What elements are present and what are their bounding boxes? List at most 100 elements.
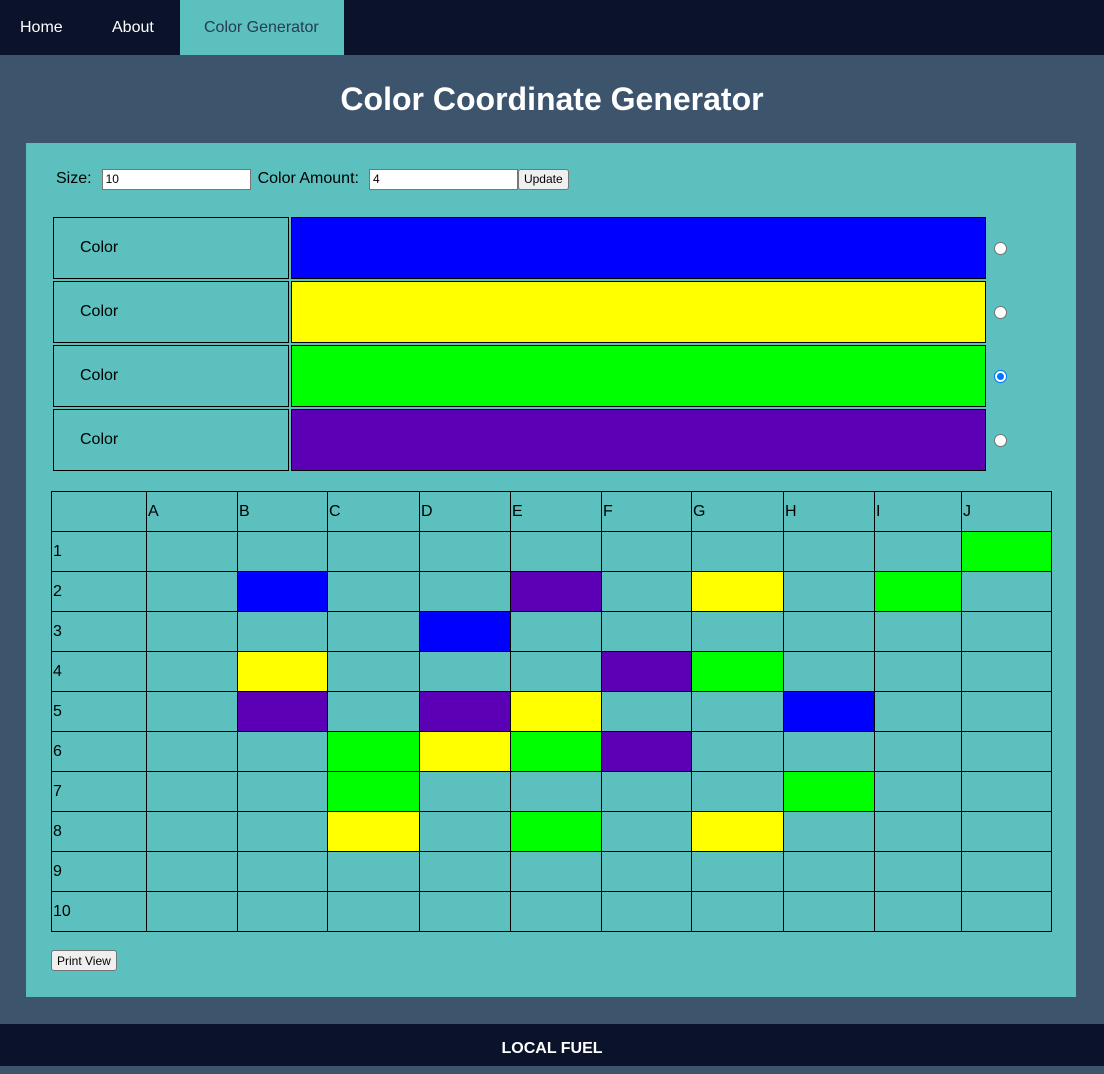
grid-cell[interactable] bbox=[961, 811, 1052, 852]
grid-cell[interactable] bbox=[327, 531, 420, 572]
grid-cell[interactable] bbox=[237, 571, 328, 612]
grid-cell[interactable] bbox=[874, 571, 962, 612]
grid-cell[interactable] bbox=[510, 771, 602, 812]
nav-color-generator-link[interactable]: Color Generator bbox=[180, 0, 344, 55]
grid-cell[interactable] bbox=[146, 531, 238, 572]
grid-cell[interactable] bbox=[237, 651, 328, 692]
grid-cell[interactable] bbox=[327, 651, 420, 692]
color-select-radio[interactable] bbox=[994, 434, 1007, 447]
grid-cell[interactable] bbox=[419, 651, 511, 692]
grid-cell[interactable] bbox=[783, 891, 875, 932]
grid-cell[interactable] bbox=[601, 611, 692, 652]
nav-about-link[interactable]: About bbox=[92, 0, 180, 55]
grid-cell[interactable] bbox=[419, 811, 511, 852]
grid-cell[interactable] bbox=[419, 691, 511, 732]
grid-cell[interactable] bbox=[874, 891, 962, 932]
grid-cell[interactable] bbox=[146, 691, 238, 732]
grid-cell[interactable] bbox=[691, 851, 784, 892]
grid-cell[interactable] bbox=[691, 731, 784, 772]
color-select-radio[interactable] bbox=[994, 370, 1007, 383]
grid-cell[interactable] bbox=[874, 691, 962, 732]
grid-cell[interactable] bbox=[601, 531, 692, 572]
grid-cell[interactable] bbox=[691, 571, 784, 612]
grid-cell[interactable] bbox=[691, 891, 784, 932]
grid-cell[interactable] bbox=[327, 571, 420, 612]
color-swatch[interactable] bbox=[291, 217, 986, 279]
grid-cell[interactable] bbox=[146, 651, 238, 692]
grid-cell[interactable] bbox=[691, 611, 784, 652]
grid-cell[interactable] bbox=[510, 651, 602, 692]
grid-cell[interactable] bbox=[146, 771, 238, 812]
color-swatch[interactable] bbox=[291, 345, 986, 407]
grid-cell[interactable] bbox=[961, 851, 1052, 892]
grid-cell[interactable] bbox=[783, 531, 875, 572]
print-view-button[interactable]: Print View bbox=[51, 950, 117, 971]
grid-cell[interactable] bbox=[146, 891, 238, 932]
grid-cell[interactable] bbox=[874, 651, 962, 692]
grid-cell[interactable] bbox=[874, 731, 962, 772]
grid-cell[interactable] bbox=[419, 731, 511, 772]
update-button[interactable]: Update bbox=[517, 168, 569, 190]
grid-cell[interactable] bbox=[874, 611, 962, 652]
color-swatch[interactable] bbox=[291, 281, 986, 343]
grid-cell[interactable] bbox=[327, 891, 420, 932]
grid-cell[interactable] bbox=[961, 571, 1052, 612]
grid-cell[interactable] bbox=[783, 731, 875, 772]
grid-cell[interactable] bbox=[783, 851, 875, 892]
grid-cell[interactable] bbox=[601, 571, 692, 612]
grid-cell[interactable] bbox=[146, 571, 238, 612]
grid-cell[interactable] bbox=[237, 611, 328, 652]
grid-cell[interactable] bbox=[691, 691, 784, 732]
color-select-radio[interactable] bbox=[994, 306, 1007, 319]
grid-cell[interactable] bbox=[419, 611, 511, 652]
grid-cell[interactable] bbox=[237, 811, 328, 852]
grid-cell[interactable] bbox=[783, 691, 875, 732]
color-swatch[interactable] bbox=[291, 409, 986, 471]
grid-cell[interactable] bbox=[510, 691, 602, 732]
grid-cell[interactable] bbox=[601, 851, 692, 892]
nav-home-link[interactable]: Home bbox=[0, 0, 92, 55]
grid-cell[interactable] bbox=[783, 571, 875, 612]
grid-cell[interactable] bbox=[874, 811, 962, 852]
grid-cell[interactable] bbox=[601, 691, 692, 732]
grid-cell[interactable] bbox=[783, 651, 875, 692]
grid-cell[interactable] bbox=[419, 531, 511, 572]
grid-cell[interactable] bbox=[510, 731, 602, 772]
grid-cell[interactable] bbox=[783, 611, 875, 652]
grid-cell[interactable] bbox=[691, 531, 784, 572]
grid-cell[interactable] bbox=[327, 811, 420, 852]
color-select-radio[interactable] bbox=[994, 242, 1007, 255]
grid-cell[interactable] bbox=[419, 851, 511, 892]
grid-cell[interactable] bbox=[237, 771, 328, 812]
grid-cell[interactable] bbox=[327, 611, 420, 652]
grid-cell[interactable] bbox=[961, 771, 1052, 812]
grid-cell[interactable] bbox=[961, 691, 1052, 732]
grid-cell[interactable] bbox=[961, 531, 1052, 572]
grid-cell[interactable] bbox=[961, 611, 1052, 652]
grid-cell[interactable] bbox=[419, 571, 511, 612]
color-amount-input[interactable] bbox=[368, 168, 518, 190]
grid-cell[interactable] bbox=[601, 891, 692, 932]
grid-cell[interactable] bbox=[601, 731, 692, 772]
grid-cell[interactable] bbox=[146, 811, 238, 852]
grid-cell[interactable] bbox=[510, 531, 602, 572]
grid-cell[interactable] bbox=[783, 771, 875, 812]
grid-cell[interactable] bbox=[691, 651, 784, 692]
grid-cell[interactable] bbox=[510, 811, 602, 852]
grid-cell[interactable] bbox=[691, 811, 784, 852]
grid-cell[interactable] bbox=[327, 731, 420, 772]
grid-cell[interactable] bbox=[327, 851, 420, 892]
grid-cell[interactable] bbox=[419, 891, 511, 932]
grid-cell[interactable] bbox=[961, 891, 1052, 932]
grid-cell[interactable] bbox=[601, 651, 692, 692]
grid-cell[interactable] bbox=[237, 531, 328, 572]
grid-cell[interactable] bbox=[327, 771, 420, 812]
grid-cell[interactable] bbox=[874, 531, 962, 572]
grid-cell[interactable] bbox=[874, 851, 962, 892]
grid-cell[interactable] bbox=[601, 811, 692, 852]
grid-cell[interactable] bbox=[783, 811, 875, 852]
size-input[interactable] bbox=[101, 168, 251, 190]
grid-cell[interactable] bbox=[510, 851, 602, 892]
grid-cell[interactable] bbox=[510, 611, 602, 652]
grid-cell[interactable] bbox=[237, 691, 328, 732]
